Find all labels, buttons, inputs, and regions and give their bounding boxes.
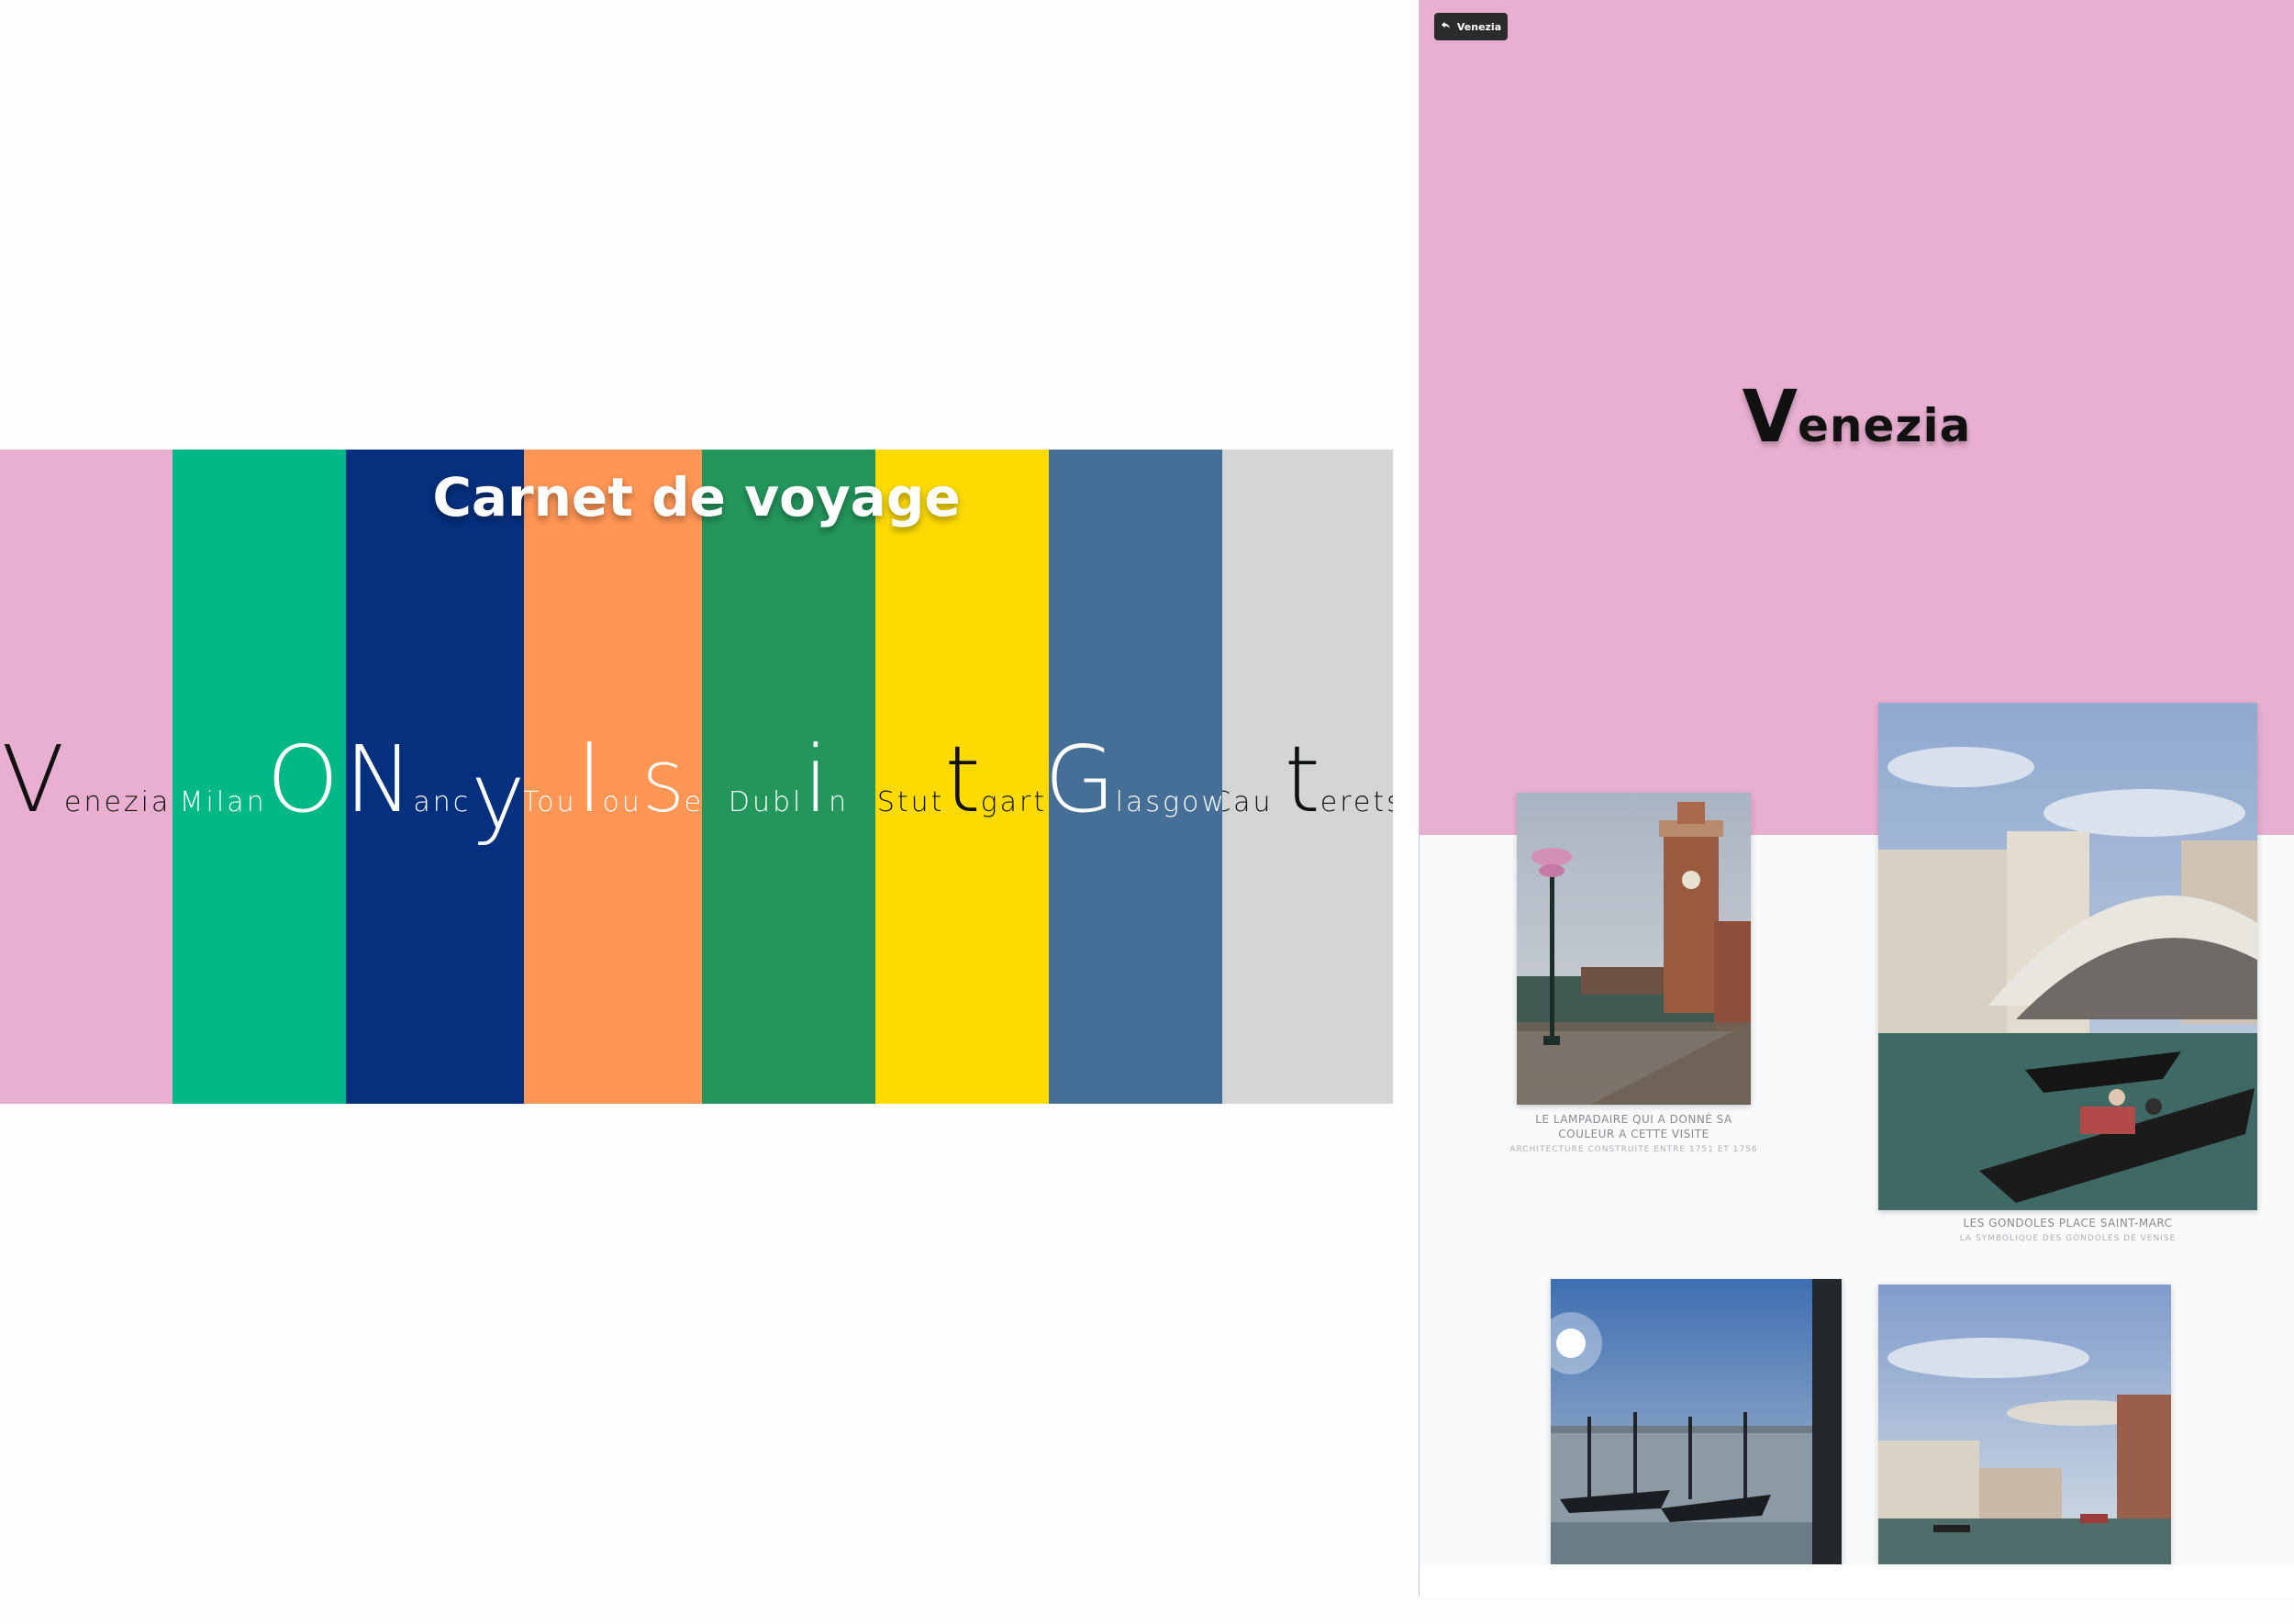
city-letter: V xyxy=(1,726,64,833)
city-label-nancy: N anc y xyxy=(346,734,524,844)
city-text: enezia xyxy=(64,786,172,818)
city-label-milano: Milan O xyxy=(173,734,346,844)
city-label-toulouse: Tou l ou S e xyxy=(524,734,702,844)
photo-caption: Le lampadaire qui a donné sa couleur a c… xyxy=(1535,1113,1732,1140)
city-text: Dubl xyxy=(728,786,804,818)
photo-image xyxy=(1878,703,2257,1210)
city-text: n xyxy=(829,786,850,818)
city-letter: l xyxy=(576,726,603,833)
city-label-dublin: Dubl i n xyxy=(702,734,875,844)
stripe-dublin[interactable]: Dubl i n xyxy=(702,450,875,1104)
back-button-label: Venezia xyxy=(1456,20,1502,33)
city-letter: S xyxy=(641,750,685,827)
photo-image xyxy=(1878,1285,2171,1564)
city-letter: O xyxy=(266,726,340,833)
city-text: ou xyxy=(602,786,642,818)
city-text: e xyxy=(684,786,702,818)
reply-arrow-icon xyxy=(1441,20,1451,33)
city-letter: t xyxy=(1284,726,1320,833)
city-letter: y xyxy=(471,742,524,850)
city-text: anc xyxy=(413,786,472,818)
city-letter: G xyxy=(1049,726,1116,833)
city-letter: N xyxy=(346,726,414,833)
title-rest: enezia xyxy=(1797,399,1972,452)
city-text: gart xyxy=(980,786,1048,818)
page-bottom-strip xyxy=(1420,1564,2294,1596)
stripe-glasgow[interactable]: G lasgow xyxy=(1049,450,1222,1104)
photo-grand-canal[interactable] xyxy=(1878,1285,2171,1564)
city-label-cauterets: Cau t erets xyxy=(1222,734,1393,844)
photo-subcaption: Architecture construite entre 1751 et 17… xyxy=(1509,1145,1758,1154)
home-panel: V enezia Milan O N anc y Tou l ou S e Du… xyxy=(0,0,1418,1624)
photo-rialto[interactable] xyxy=(1878,703,2257,1210)
photo-image xyxy=(1517,793,1751,1105)
city-label-stuttgart: Stut t gart xyxy=(875,734,1049,844)
stripe-cauterets[interactable]: Cau t erets xyxy=(1222,450,1393,1104)
photo-subcaption: La symbolique des gondoles de Venise xyxy=(1959,1234,2177,1243)
stripe-toulouse[interactable]: Tou l ou S e xyxy=(524,450,702,1104)
city-text: Milan xyxy=(179,786,267,818)
city-text: Tou xyxy=(524,786,577,818)
stripe-venezia[interactable]: V enezia xyxy=(0,450,173,1104)
title-initial: V xyxy=(1742,376,1798,459)
venezia-page: Venezia Venezia Le lampadaire qui a donn… xyxy=(1420,0,2294,1564)
photo-caption: Les gondoles place Saint-Marc xyxy=(1963,1217,2173,1229)
city-text: lasgow xyxy=(1115,786,1222,818)
city-stripes: V enezia Milan O N anc y Tou l ou S e Du… xyxy=(0,450,1393,1104)
city-letter: t xyxy=(944,726,981,833)
stripe-milano[interactable]: Milan O xyxy=(173,450,346,1104)
city-text: Stut xyxy=(876,786,945,818)
city-text: Cau xyxy=(1222,786,1274,818)
city-label-glasgow: G lasgow xyxy=(1049,734,1222,844)
stripe-stuttgart[interactable]: Stut t gart xyxy=(875,450,1049,1104)
stripe-nancy[interactable]: N anc y xyxy=(346,450,524,1104)
back-button[interactable]: Venezia xyxy=(1434,13,1508,40)
photo-image xyxy=(1551,1279,1842,1564)
city-text: erets xyxy=(1320,786,1393,818)
city-label-venezia: V enezia xyxy=(0,734,173,844)
photo-gondolas[interactable] xyxy=(1551,1279,1842,1564)
city-letter: i xyxy=(803,726,830,833)
photo-arsenale[interactable] xyxy=(1517,793,1751,1105)
detail-title: Venezia xyxy=(1420,376,2294,459)
